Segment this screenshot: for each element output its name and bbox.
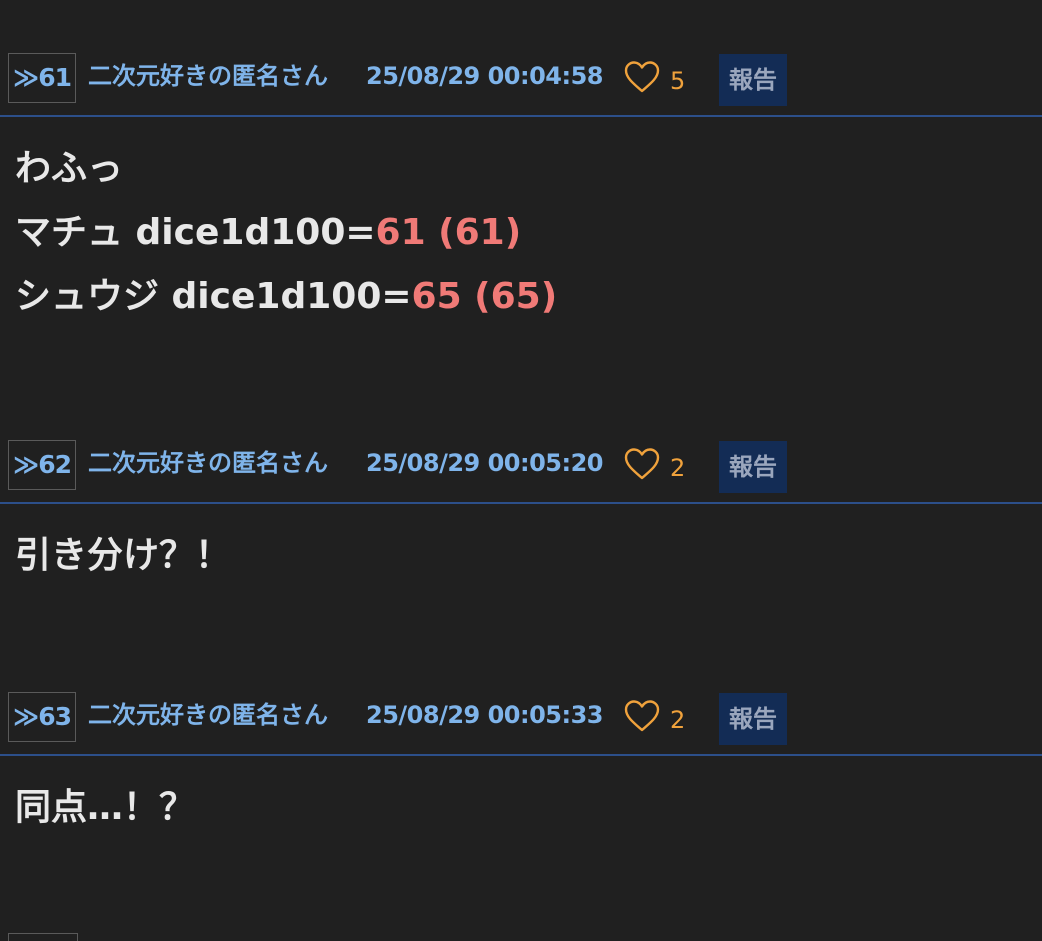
post-text: わふっ <box>15 148 124 189</box>
post-date[interactable]: 25/08/29 00:04:58 <box>366 59 603 93</box>
post-line: 引き分け？！ <box>15 524 231 588</box>
poster-name[interactable]: 二次元好きの匿名さん <box>88 698 328 732</box>
post-body: 引き分け？！ <box>15 524 231 588</box>
like-button[interactable]: 5 <box>624 57 685 97</box>
dice-result: 65 (65) <box>411 276 558 317</box>
post-number-link[interactable]: ≫61 <box>8 53 76 103</box>
heart-icon <box>624 448 660 480</box>
post-text: 引き分け？！ <box>15 535 232 576</box>
post-line: わふっ <box>15 137 557 201</box>
like-button[interactable]: 2 <box>624 444 685 484</box>
post-number-link[interactable]: ≫63 <box>8 692 76 742</box>
like-button[interactable]: 2 <box>624 696 685 736</box>
poster-name[interactable]: 二次元好きの匿名さん <box>88 446 328 480</box>
report-button[interactable]: 報告 <box>719 54 787 106</box>
dice-result: 61 (61) <box>375 212 522 253</box>
post-date[interactable]: 25/08/29 00:05:33 <box>366 698 603 732</box>
divider <box>0 115 1042 117</box>
like-count: 5 <box>670 67 686 95</box>
like-count: 2 <box>670 454 686 482</box>
post-text: マチュ dice1d100= <box>15 212 376 253</box>
post-header: ≫62 二次元好きの匿名さん 25/08/29 00:05:20 2 報告 <box>0 440 1042 504</box>
like-count: 2 <box>670 706 686 734</box>
post-body: わふっ マチュ dice1d100=61 (61) シュウジ dice1d100… <box>15 137 557 329</box>
post-text: 同点…！？ <box>15 787 196 828</box>
post-text: シュウジ dice1d100= <box>15 276 412 317</box>
post-header: ≫63 二次元好きの匿名さん 25/08/29 00:05:33 2 報告 <box>0 692 1042 756</box>
post-62: ≫62 二次元好きの匿名さん 25/08/29 00:05:20 2 報告 引き… <box>0 440 1042 576</box>
post-line: マチュ dice1d100=61 (61) <box>15 201 557 265</box>
heart-icon <box>624 61 660 93</box>
post-line: シュウジ dice1d100=65 (65) <box>15 265 557 329</box>
divider <box>0 502 1042 504</box>
poster-name[interactable]: 二次元好きの匿名さん <box>88 59 328 93</box>
report-button[interactable]: 報告 <box>719 441 787 493</box>
post-body: 同点…！？ <box>15 776 195 840</box>
report-button[interactable]: 報告 <box>719 693 787 745</box>
post-number-link[interactable]: ≫62 <box>8 440 76 490</box>
heart-icon <box>624 700 660 732</box>
post-line: 同点…！？ <box>15 776 195 840</box>
divider <box>0 754 1042 756</box>
post-61: ≫61 二次元好きの匿名さん 25/08/29 00:04:58 5 報告 わふ… <box>0 53 1042 317</box>
post-63: ≫63 二次元好きの匿名さん 25/08/29 00:05:33 2 報告 同点… <box>0 692 1042 828</box>
post-date[interactable]: 25/08/29 00:05:20 <box>366 446 603 480</box>
post-header: ≫61 二次元好きの匿名さん 25/08/29 00:04:58 5 報告 <box>0 53 1042 117</box>
